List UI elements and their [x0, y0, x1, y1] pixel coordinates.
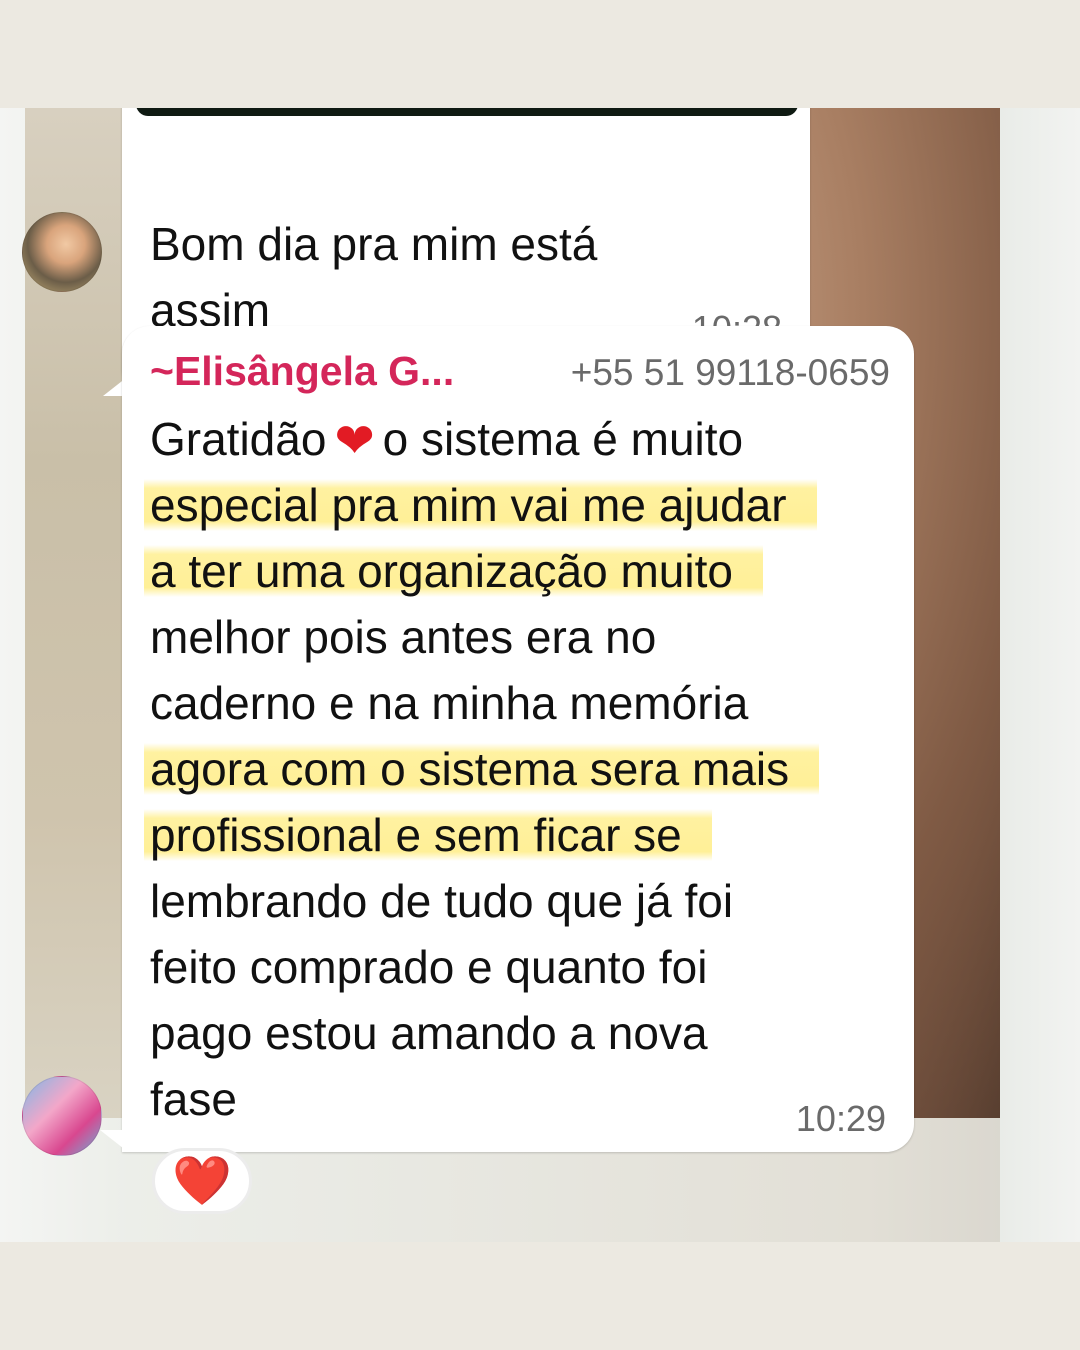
message-line: fase: [150, 1073, 237, 1125]
highlighted-text: agora com o sistema sera mais: [144, 743, 820, 795]
sender-avatar[interactable]: [22, 212, 102, 292]
sender-name[interactable]: ~Elisângela G...: [150, 348, 454, 394]
message-line: profissional e sem ficar se: [144, 802, 890, 868]
highlighted-text: a ter uma organização muito: [144, 545, 763, 597]
sender-phone[interactable]: +55 51 99118-0659: [571, 352, 890, 394]
reaction-badge[interactable]: ❤️: [152, 1148, 252, 1214]
heart-icon: ❤️: [172, 1155, 232, 1208]
message-line-text: Gratidão: [150, 413, 327, 465]
highlighted-text: especial pra mim vai me ajudar: [144, 479, 817, 531]
message-line: especial pra mim vai me ajudar: [144, 472, 890, 538]
message-timestamp: 10:29: [795, 1098, 886, 1139]
message-text: Bom dia pra mim está assim: [150, 218, 598, 336]
photo-border: [1000, 108, 1080, 1242]
message-line: Gratidão ❤ o sistema é muito: [150, 406, 890, 472]
heart-icon: ❤: [334, 415, 375, 468]
message-line: lembrando de tudo que já foi: [150, 875, 734, 927]
message-line: agora com o sistema sera mais: [144, 736, 890, 802]
message-text: Gratidão ❤ o sistema é muito especial pra …: [144, 406, 890, 1132]
message-line: feito comprado e quanto foi: [150, 941, 708, 993]
message-line: pago estou amando a nova: [150, 1007, 708, 1059]
message-line: caderno e na minha memória: [150, 677, 749, 729]
sender-avatar[interactable]: [22, 1076, 102, 1156]
media-preview-edge[interactable]: [136, 108, 798, 116]
highlighted-text: profissional e sem ficar se: [144, 809, 712, 861]
message-line: a ter uma organização muito: [144, 538, 890, 604]
message-line: melhor pois antes era no: [150, 611, 657, 663]
bubble-tail: [100, 1130, 128, 1152]
sender-header: ~Elisângela G... +55 51 99118-0659: [150, 348, 890, 398]
chat-screenshot: Bom dia pra mim está assim 10:28 ~Elisân…: [0, 108, 1080, 1242]
message-bubble[interactable]: ~Elisângela G... +55 51 99118-0659 Grati…: [122, 326, 914, 1152]
message-line-text: o sistema é muito: [382, 413, 744, 465]
